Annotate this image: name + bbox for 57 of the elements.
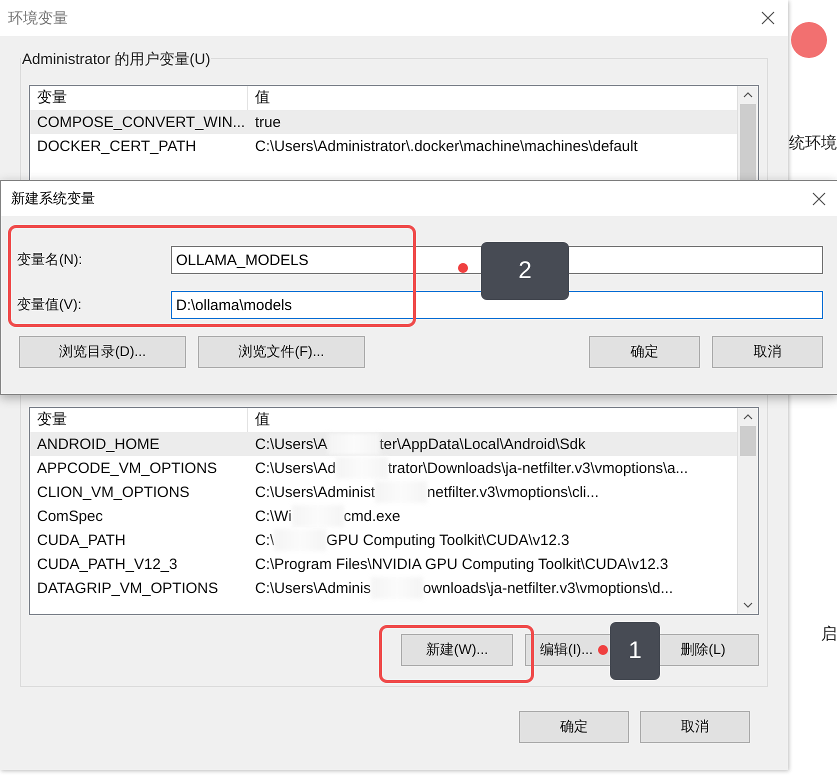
dialog-button[interactable]: 确定 <box>589 336 700 368</box>
table-cell-text: CLION_VM_OPTIONS <box>36 484 191 500</box>
table-cell: C:\ <box>255 532 274 548</box>
table-cell-text: DATAGRIP_VM_OPTIONS <box>36 580 220 596</box>
window-title: 环境变量 <box>8 8 68 28</box>
table-row[interactable]: DATAGRIP_VM_OPTIONS C:\Users\Adminis ownloads\ja-netfilter.v3\vmoptions\d... <box>30 576 737 600</box>
dialog-button[interactable]: 取消 <box>712 336 823 368</box>
input-field[interactable]: D:\ollama\models <box>171 291 823 319</box>
table-cell-text: COMPOSE_CONVERT_WIN... <box>36 114 246 130</box>
table-cell: ter\AppData\Local\Android\Sdk <box>380 436 586 452</box>
table-cell-text: CUDA_PATH_V12_3 <box>36 556 178 572</box>
column-header[interactable]: 值 <box>248 86 734 110</box>
table-cell: C:\Wi <box>255 508 292 524</box>
scrollbar-thumb[interactable] <box>740 426 756 456</box>
table-cell: trator\Downloads\ja-netfilter.v3\vmoptions\a... <box>388 460 688 476</box>
table-cell: C:\Users\Administ <box>255 484 376 500</box>
table-cell: C:\Users\A <box>255 436 328 452</box>
field-label: 变量名(N): <box>17 251 84 269</box>
table-cell: netfilter.v3\vmoptions\cli... <box>427 484 599 500</box>
dialog-button[interactable]: 浏览文件(F)... <box>198 336 365 368</box>
table-cell-text: APPCODE_VM_OPTIONS <box>36 460 218 476</box>
table-cell: C:\Users\Adminis <box>255 580 371 596</box>
table-row[interactable]: CUDA_PATH C:\ GPU Computing Toolkit\CUDA\v12.3 <box>30 528 737 552</box>
page-heading: 统环境 <box>789 134 837 154</box>
table-row[interactable]: APPCODE_VM_OPTIONS C:\Users\Ad trator\Downloads\ja-netfilter.v3\vmoptions\a... <box>30 456 737 480</box>
table-cell: C:\Users\Administrator\.docker\machine\machines\default <box>255 138 638 154</box>
table-row[interactable]: COMPOSE_CONVERT_WIN... true <box>30 110 737 134</box>
table-cell-text: CUDA_PATH <box>36 532 127 548</box>
column-header[interactable]: 值 <box>248 408 734 432</box>
table-row[interactable]: CLION_VM_OPTIONS C:\Users\Administ netfilter.v3\vmoptions\cli... <box>30 480 737 504</box>
table-row[interactable]: ANDROID_HOME C:\Users\A ter\AppData\Local\Android\Sdk <box>30 432 737 456</box>
table-cell: cmd.exe <box>344 508 400 524</box>
page-button[interactable]: 启 <box>821 624 837 645</box>
scrollbar[interactable] <box>737 408 758 614</box>
close-icon[interactable] <box>811 190 827 206</box>
dialog-button[interactable]: 新建(W)... <box>401 634 513 666</box>
table-cell-text: DOCKER_CERT_PATH <box>36 138 198 154</box>
table-cell-text: ANDROID_HOME <box>36 436 161 452</box>
table-cell: true <box>255 114 281 130</box>
table-row[interactable]: CUDA_PATH_V12_3 C:\Program Files\NVIDIA GPU Computing Toolkit\CUDA\v12.3 <box>30 552 737 576</box>
field-label: 变量值(V): <box>17 296 83 314</box>
table-cell: C:\Program Files\NVIDIA GPU Computing Toolkit\CUDA\v12.3 <box>255 556 668 572</box>
avatar <box>791 22 827 58</box>
table-cell-text: ComSpec <box>36 508 104 524</box>
dialog-button[interactable]: 浏览目录(D)... <box>19 336 186 368</box>
table-row[interactable]: DOCKER_CERT_PATH C:\Users\Administrator\.docker\machine\machines\default <box>30 134 737 158</box>
table-row[interactable]: ComSpec C:\Wi cmd.exe <box>30 504 737 528</box>
table-cell: ownloads\ja-netfilter.v3\vmoptions\d... <box>422 580 673 596</box>
dialog-button[interactable]: 确定 <box>519 711 629 743</box>
close-icon[interactable] <box>760 10 776 26</box>
table-cell: GPU Computing Toolkit\CUDA\v12.3 <box>326 532 570 548</box>
step-tooltip: 1 <box>610 622 660 680</box>
step-tooltip: 2 <box>481 242 569 300</box>
dialog-title: 新建系统变量 <box>11 190 95 208</box>
table-cell: C:\Users\Ad <box>255 460 336 476</box>
group-label: Administrator 的用户变量(U) <box>21 50 212 69</box>
dialog-button[interactable]: 取消 <box>640 711 750 743</box>
